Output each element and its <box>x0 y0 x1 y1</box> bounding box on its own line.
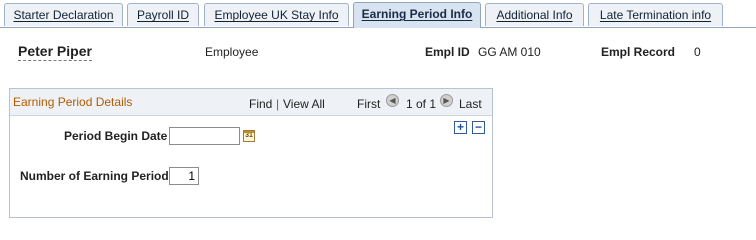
grid-header: Earning Period Details Find | View All F… <box>10 89 492 116</box>
tab-employee-uk-stay-info[interactable]: Employee UK Stay Info <box>204 3 349 26</box>
empl-record-value: 0 <box>694 45 701 59</box>
view-all-link[interactable]: View All <box>283 97 325 111</box>
last-label[interactable]: Last <box>459 97 482 111</box>
nav-separator: | <box>276 97 280 111</box>
period-begin-date-input[interactable] <box>169 127 240 145</box>
find-link[interactable]: Find <box>249 97 272 111</box>
tab-label: Employee UK Stay Info <box>214 8 339 22</box>
tab-late-termination-info[interactable]: Late Termination info <box>588 3 723 26</box>
empl-id-value: GG AM 010 <box>478 45 541 59</box>
employee-role: Employee <box>205 45 259 59</box>
tab-label: Late Termination info <box>599 8 712 22</box>
period-begin-date-label: Period Begin Date <box>64 129 168 143</box>
tab-label: Starter Declaration <box>13 8 114 22</box>
next-arrow-icon[interactable]: ▶ <box>440 94 453 107</box>
tab-label: Earning Period Info <box>361 7 473 21</box>
previous-arrow-icon[interactable]: ◀ <box>386 94 399 107</box>
number-of-earning-period-label: Number of Earning Period <box>20 169 169 183</box>
grid-title: Earning Period Details <box>13 95 133 109</box>
tab-starter-declaration[interactable]: Starter Declaration <box>4 3 123 26</box>
tab-earning-period-info[interactable]: Earning Period Info <box>353 2 481 28</box>
tab-strip: Starter Declaration Payroll ID Employee … <box>0 0 756 29</box>
first-label[interactable]: First <box>357 97 380 111</box>
number-of-earning-period-input[interactable]: 1 <box>169 167 199 185</box>
earning-period-details-box: Earning Period Details Find | View All F… <box>9 88 493 218</box>
employee-name: Peter Piper <box>18 43 92 61</box>
delete-row-button[interactable]: − <box>472 121 485 134</box>
tab-label: Additional Info <box>496 8 573 22</box>
empl-record-label: Empl Record <box>601 45 676 59</box>
calendar-icon[interactable]: 31 <box>243 130 255 142</box>
row-range: 1 of 1 <box>406 97 437 111</box>
tab-label: Payroll ID <box>136 8 189 22</box>
add-row-button[interactable]: + <box>454 121 467 134</box>
tab-payroll-id[interactable]: Payroll ID <box>127 3 199 26</box>
tab-additional-info[interactable]: Additional Info <box>485 3 584 26</box>
empl-id-label: Empl ID <box>425 45 470 59</box>
